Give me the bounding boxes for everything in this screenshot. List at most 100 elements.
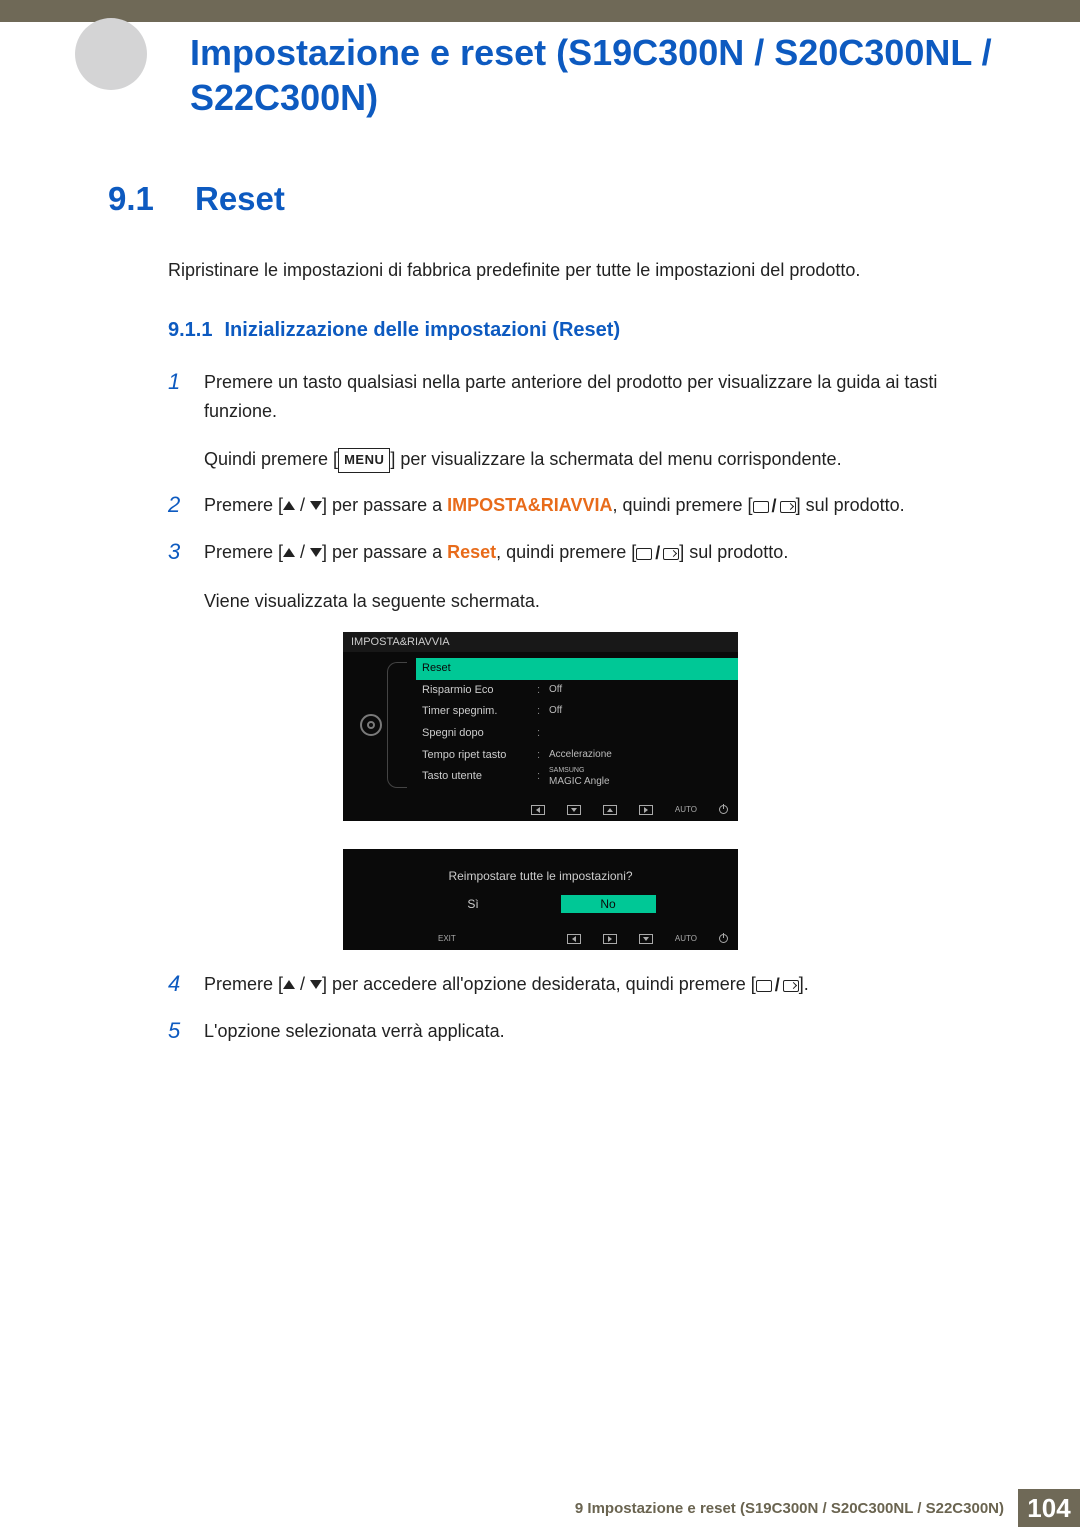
nav-left-icon xyxy=(531,805,545,815)
confirm-yes: Sì xyxy=(426,895,521,913)
step-text: Premere un tasto qualsiasi nella parte a… xyxy=(204,372,937,422)
osd-row-colon: : xyxy=(537,703,549,721)
osd-sidebar xyxy=(343,652,398,798)
step-text-extra: Viene visualizzata la seguente schermata… xyxy=(204,587,940,617)
step-4: 4 Premere [ / ] per accedere all'opzione… xyxy=(168,970,940,1001)
page-title: Impostazione e reset (S19C300N / S20C300… xyxy=(190,30,1020,120)
osd-row-value: Accelerazione xyxy=(549,747,728,765)
osd-row: Tempo ripet tasto:Accelerazione xyxy=(416,745,738,767)
nav-down-icon xyxy=(567,805,581,815)
osd-confirm-dialog: Reimpostare tutte le impostazioni? Sì No… xyxy=(343,849,738,950)
footer-chapter: 9 Impostazione e reset (S19C300N / S20C3… xyxy=(575,1489,1018,1527)
power-icon xyxy=(719,934,728,943)
osd-row: Spegni dopo: xyxy=(416,723,738,745)
osd-row: Risparmio Eco:Off xyxy=(416,680,738,702)
chapter-badge xyxy=(75,18,147,90)
step-body: Premere un tasto qualsiasi nella parte a… xyxy=(204,368,940,475)
osd-title: IMPOSTA&RIAVVIA xyxy=(343,632,738,652)
t: Premere [ xyxy=(204,974,283,994)
osd-row-value: Off xyxy=(549,703,728,721)
nav-enter-icon xyxy=(639,934,653,944)
bracket-icon xyxy=(387,662,407,788)
osd-nav-bar: EXIT AUTO xyxy=(343,927,738,950)
osd-row: Tasto utente:SAMSUNGMAGIC Angle xyxy=(416,766,738,792)
step-text-extra: Quindi premere [MENU] per visualizzare l… xyxy=(204,445,940,475)
osd-body: ResetRisparmio Eco:OffTimer spegnim.:Off… xyxy=(343,652,738,798)
t: ] sul prodotto. xyxy=(679,542,788,562)
nav-right-icon xyxy=(603,934,617,944)
content-area: 9.1 Reset Ripristinare le impostazioni d… xyxy=(108,180,940,1062)
steps-list: 1 Premere un tasto qualsiasi nella parte… xyxy=(168,368,940,616)
confirm-no: No xyxy=(561,895,656,913)
osd-row-colon: : xyxy=(537,768,549,790)
highlight-target: Reset xyxy=(447,542,496,562)
step-number: 1 xyxy=(168,368,186,475)
step-body: Premere [ / ] per passare a Reset, quind… xyxy=(204,538,940,617)
osd-menu: IMPOSTA&RIAVVIA ResetRisparmio Eco:OffTi… xyxy=(343,632,738,821)
enter-icon: / xyxy=(753,492,796,522)
menu-button-label: MENU xyxy=(338,448,390,472)
t: Premere [ xyxy=(204,495,283,515)
osd-row-key: Risparmio Eco xyxy=(422,682,537,700)
osd-row-key: Tasto utente xyxy=(422,768,537,790)
t: Premere [ xyxy=(204,542,283,562)
triangle-down-icon xyxy=(310,501,322,510)
osd-row-colon: : xyxy=(537,747,549,765)
osd-row-value: Off xyxy=(549,682,728,700)
step-2: 2 Premere [ / ] per passare a IMPOSTA&RI… xyxy=(168,491,940,522)
steps-list-continued: 4 Premere [ / ] per accedere all'opzione… xyxy=(168,970,940,1047)
osd-row-colon: : xyxy=(537,725,549,743)
section-title: Reset xyxy=(195,180,285,218)
top-bar xyxy=(0,0,1080,22)
auto-label: AUTO xyxy=(675,805,697,814)
gear-icon xyxy=(360,714,382,736)
t: ]. xyxy=(799,974,809,994)
t: / xyxy=(295,974,310,994)
osd-row-colon xyxy=(537,660,549,678)
t: ] per visualizzare la schermata del menu… xyxy=(390,449,841,469)
t: ] per passare a xyxy=(322,495,447,515)
footer: 9 Impostazione e reset (S19C300N / S20C3… xyxy=(0,1489,1080,1527)
osd-row-value: SAMSUNGMAGIC Angle xyxy=(549,768,728,790)
subsection-number: 9.1.1 xyxy=(168,319,212,342)
osd-row-colon: : xyxy=(537,682,549,700)
confirm-question: Reimpostare tutte le impostazioni? xyxy=(343,849,738,895)
step-body: Premere [ / ] per passare a IMPOSTA&RIAV… xyxy=(204,491,940,522)
step-number: 4 xyxy=(168,970,186,1001)
footer-page-number: 104 xyxy=(1018,1489,1080,1527)
section-number: 9.1 xyxy=(108,180,163,218)
t: ] sul prodotto. xyxy=(796,495,905,515)
t: , quindi premere [ xyxy=(496,542,636,562)
subsection-title: Inizializzazione delle impostazioni (Res… xyxy=(224,319,620,342)
triangle-up-icon xyxy=(283,501,295,510)
nav-up-icon xyxy=(603,805,617,815)
t: / xyxy=(295,542,310,562)
triangle-up-icon xyxy=(283,980,295,989)
osd-row-key: Reset xyxy=(422,660,537,678)
t: ] per accedere all'opzione desiderata, q… xyxy=(322,974,756,994)
exit-label: EXIT xyxy=(438,934,456,943)
t: , quindi premere [ xyxy=(612,495,752,515)
osd-row-value xyxy=(549,725,728,743)
osd-row-key: Tempo ripet tasto xyxy=(422,747,537,765)
step-3: 3 Premere [ / ] per passare a Reset, qui… xyxy=(168,538,940,617)
power-icon xyxy=(719,805,728,814)
enter-icon: / xyxy=(756,971,799,1001)
t: Quindi premere [ xyxy=(204,449,338,469)
osd-list: ResetRisparmio Eco:OffTimer spegnim.:Off… xyxy=(398,652,738,798)
step-number: 3 xyxy=(168,538,186,617)
t: ] per passare a xyxy=(322,542,447,562)
step-number: 5 xyxy=(168,1017,186,1047)
triangle-down-icon xyxy=(310,980,322,989)
osd-row: Timer spegnim.:Off xyxy=(416,701,738,723)
osd-screenshots: IMPOSTA&RIAVVIA ResetRisparmio Eco:OffTi… xyxy=(168,632,940,950)
osd-row: Reset xyxy=(416,658,738,680)
auto-label: AUTO xyxy=(675,934,697,943)
nav-left-icon xyxy=(567,934,581,944)
step-body: L'opzione selezionata verrà applicata. xyxy=(204,1017,940,1047)
osd-row-key: Spegni dopo xyxy=(422,725,537,743)
confirm-options: Sì No xyxy=(343,895,738,927)
step-5: 5 L'opzione selezionata verrà applicata. xyxy=(168,1017,940,1047)
highlight-target: IMPOSTA&RIAVVIA xyxy=(447,495,612,515)
triangle-down-icon xyxy=(310,548,322,557)
